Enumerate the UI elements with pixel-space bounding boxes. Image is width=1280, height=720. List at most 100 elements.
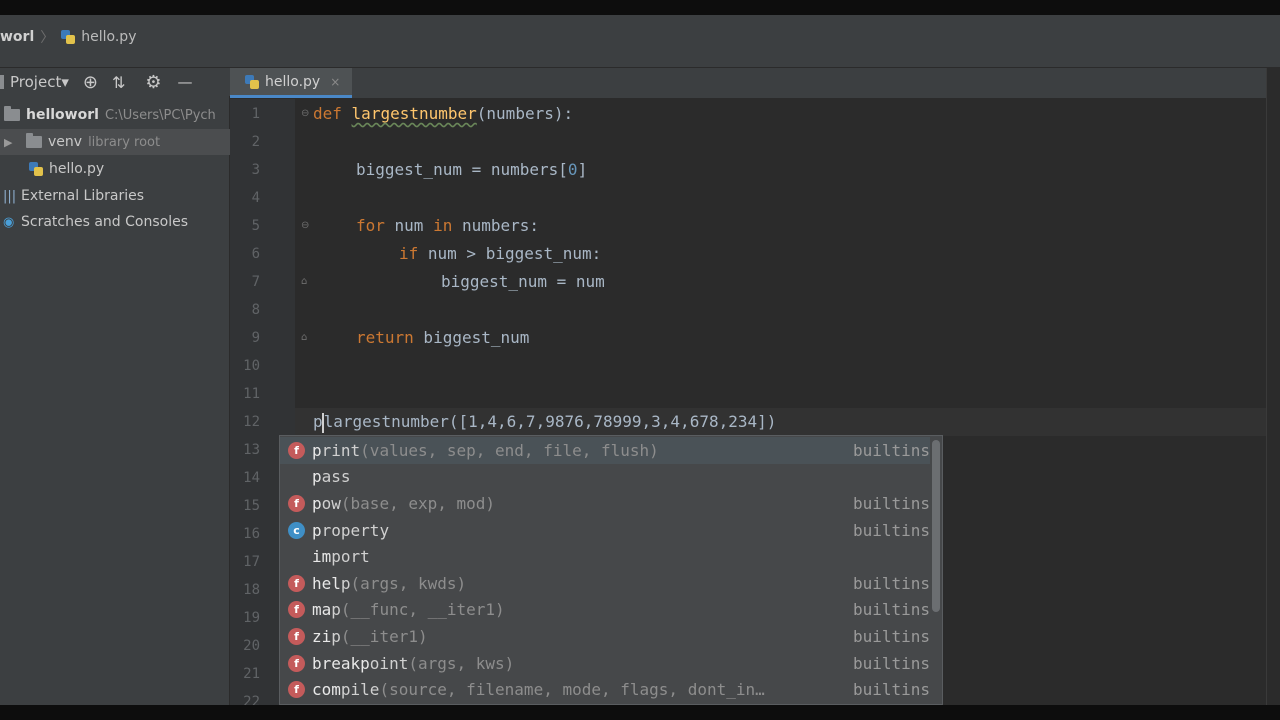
completion-source: builtins bbox=[852, 440, 930, 460]
line-number: 4 bbox=[251, 190, 260, 206]
completion-item[interactable]: pass bbox=[280, 464, 930, 491]
close-tab-icon[interactable]: × bbox=[330, 75, 340, 89]
line-number: 13 bbox=[243, 442, 260, 458]
completion-name: map(__func, __iter1) bbox=[312, 600, 505, 619]
line-number: 5 bbox=[251, 218, 260, 234]
fold-icon[interactable]: ⊖ bbox=[301, 220, 311, 231]
code-line-5[interactable]: for num in numbers: bbox=[313, 212, 539, 240]
completion-name: pass bbox=[312, 467, 351, 486]
completion-rest: p bbox=[331, 600, 341, 620]
editor-tab-bar: hello.py × bbox=[230, 68, 1280, 99]
completion-item[interactable]: f breakpoint(args, kws) builtins bbox=[280, 650, 930, 677]
completion-name: print(values, sep, end, file, flush) bbox=[312, 441, 659, 460]
completion-item[interactable]: f pow(base, exp, mod) builtins bbox=[280, 490, 930, 517]
code-line-9[interactable]: return biggest_num bbox=[313, 324, 529, 352]
completion-match: p bbox=[312, 520, 322, 540]
line-number: 10 bbox=[243, 358, 260, 374]
line-number: 17 bbox=[243, 554, 260, 570]
tree-item-venv[interactable]: ▶ venv library root bbox=[0, 129, 230, 155]
completion-rest: p bbox=[340, 573, 351, 593]
completion-match: ma bbox=[312, 600, 332, 620]
completion-signature: (base, exp, mod) bbox=[340, 493, 496, 513]
code-text: biggest_num bbox=[413, 328, 530, 347]
function-icon: f bbox=[288, 574, 305, 592]
expand-arrow-icon[interactable]: ▶ bbox=[4, 136, 26, 149]
tab-label: hello.py bbox=[265, 73, 321, 90]
code-text: (numbers): bbox=[476, 104, 574, 123]
completion-item[interactable]: f compile(source, filename, mode, flags, … bbox=[280, 676, 930, 703]
completion-rest: pile bbox=[340, 680, 380, 700]
tree-item-hello-py[interactable]: hello.py bbox=[0, 156, 230, 182]
code-line-7[interactable]: biggest_num = num bbox=[313, 268, 605, 296]
code-text: numbers: bbox=[452, 216, 540, 235]
line-number: 6 bbox=[251, 246, 260, 262]
completion-match: im bbox=[312, 547, 332, 567]
completion-name: breakpoint(args, kws) bbox=[312, 654, 514, 673]
tree-item-label: Scratches and Consoles bbox=[21, 214, 188, 230]
tab-hello-py[interactable]: hello.py × bbox=[230, 68, 352, 98]
completion-item[interactable]: f help(args, kwds) builtins bbox=[280, 570, 930, 597]
tree-item-root[interactable]: helloworl C:\Users\PC\Pych bbox=[0, 102, 230, 128]
line-number: 11 bbox=[243, 386, 260, 402]
tree-item-note: library root bbox=[88, 134, 161, 150]
minimize-icon[interactable]: — bbox=[178, 73, 193, 91]
completion-item[interactable]: f map(__func, __iter1) builtins bbox=[280, 597, 930, 624]
completion-item[interactable]: f zip(__iter1) builtins bbox=[280, 623, 930, 650]
completion-rest: port bbox=[331, 547, 370, 567]
completion-rest: ass bbox=[321, 467, 351, 487]
completion-name: zip(__iter1) bbox=[312, 627, 428, 646]
function-icon: f bbox=[288, 601, 305, 619]
function-name: largestnumber bbox=[351, 104, 477, 123]
breadcrumb-separator-icon: 〉 bbox=[40, 30, 55, 46]
keyword: return bbox=[356, 328, 414, 347]
line-number: 18 bbox=[243, 582, 260, 598]
completion-item[interactable]: c property builtins bbox=[280, 517, 930, 544]
completion-item[interactable]: f print(values, sep, end, file, flush) bui… bbox=[280, 437, 930, 464]
function-icon: f bbox=[288, 627, 305, 645]
project-toolwindow-header: Project▾ ⊕ ⇅ ⚙ — bbox=[0, 68, 230, 96]
python-file-icon bbox=[60, 29, 76, 45]
fold-icon[interactable]: ⌂ bbox=[301, 332, 311, 343]
completion-item[interactable]: import bbox=[280, 543, 930, 570]
code-line-12[interactable]: plargestnumber([1,4,6,7,9876,78999,3,4,6… bbox=[313, 408, 776, 436]
function-icon: f bbox=[288, 441, 305, 459]
completion-source: builtins bbox=[852, 520, 930, 540]
completion-match: p bbox=[312, 440, 322, 460]
code-text: num bbox=[384, 216, 434, 235]
code-line-6[interactable]: if num > biggest_num: bbox=[313, 240, 601, 268]
fold-icon[interactable]: ⌂ bbox=[301, 276, 311, 287]
completion-signature: (values, sep, end, file, flush) bbox=[360, 440, 659, 460]
editor-vertical-scrollbar[interactable] bbox=[1266, 68, 1280, 705]
keyword: in bbox=[433, 216, 453, 235]
collapse-all-icon[interactable]: ⇅ bbox=[112, 73, 125, 92]
project-view-icon bbox=[0, 75, 4, 89]
completion-rest: p bbox=[331, 626, 341, 646]
folder-icon bbox=[26, 133, 42, 148]
breadcrumb-file[interactable]: hello.py bbox=[81, 29, 136, 45]
function-icon: f bbox=[288, 681, 305, 699]
project-view-selector[interactable]: Project▾ bbox=[10, 73, 69, 91]
code-line-1[interactable]: def largestnumber(numbers): bbox=[313, 100, 573, 128]
code-text: biggest_num = num bbox=[441, 272, 605, 291]
locate-file-icon[interactable]: ⊕ bbox=[83, 72, 98, 93]
scratches-icon: ◉ bbox=[3, 214, 15, 230]
gear-icon[interactable]: ⚙ bbox=[145, 72, 161, 93]
line-number: 9 bbox=[251, 330, 260, 346]
completion-rest: rint bbox=[321, 440, 361, 460]
completion-match: com bbox=[312, 680, 341, 700]
breadcrumb-project[interactable]: worl bbox=[0, 29, 34, 45]
code-line-3[interactable]: biggest_num = numbers[0] bbox=[313, 156, 587, 184]
tree-item-scratches[interactable]: ◉ Scratches and Consoles bbox=[0, 209, 230, 235]
libraries-icon: ||| bbox=[3, 188, 17, 204]
completion-match: breakp bbox=[312, 653, 370, 673]
line-number: 3 bbox=[251, 162, 260, 178]
code-text: biggest_num = numbers[ bbox=[356, 160, 568, 179]
line-number: 21 bbox=[243, 666, 260, 682]
tree-item-external-libraries[interactable]: ||| External Libraries bbox=[0, 183, 230, 209]
completion-rest: roperty bbox=[321, 520, 390, 540]
completion-name: property bbox=[312, 521, 389, 540]
completion-source: builtins bbox=[852, 680, 930, 700]
tree-item-label: helloworl bbox=[26, 107, 99, 123]
completion-scrollbar[interactable] bbox=[932, 440, 940, 612]
fold-icon[interactable]: ⊖ bbox=[301, 108, 311, 119]
